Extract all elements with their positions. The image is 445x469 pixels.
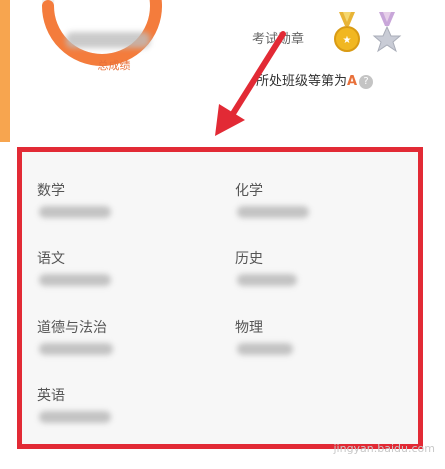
- annotation-arrow: [215, 31, 286, 136]
- subject-history: 历史: [235, 251, 263, 267]
- subject-grades-panel: 数学 化学 语文 历史 道德与法治 物理 英语: [17, 147, 423, 449]
- subject-physics: 物理: [235, 320, 263, 336]
- grade-math: [39, 206, 111, 218]
- subject-english: 英语: [37, 388, 65, 404]
- total-score-value: [66, 32, 150, 48]
- class-rank-grade: A: [347, 74, 358, 89]
- svg-text:★: ★: [343, 35, 352, 46]
- grade-chemistry: [237, 206, 309, 218]
- total-score-caption: 总成绩: [97, 59, 131, 72]
- watermark: jingyan.baidu.com: [333, 442, 435, 455]
- grade-physics: [237, 343, 293, 355]
- grade-english: [39, 411, 111, 423]
- subject-math: 数学: [37, 183, 65, 199]
- grade-morality-law: [39, 343, 113, 355]
- subject-morality-law: 道德与法治: [37, 320, 107, 336]
- subject-chinese: 语文: [37, 251, 65, 267]
- help-icon[interactable]: ?: [359, 74, 374, 89]
- grade-history: [237, 274, 297, 286]
- silver-medal-icon[interactable]: [370, 12, 404, 56]
- gold-medal-icon[interactable]: ★: [330, 12, 364, 56]
- subject-chemistry: 化学: [235, 183, 263, 199]
- grade-chinese: [39, 274, 111, 286]
- side-accent: [0, 0, 10, 142]
